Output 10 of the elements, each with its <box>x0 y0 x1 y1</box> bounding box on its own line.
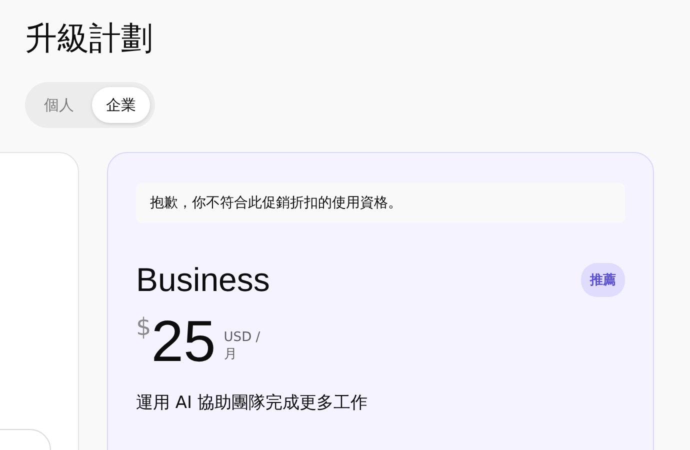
currency-symbol: $ <box>136 313 152 341</box>
page-title: 升級計劃 <box>25 18 154 59</box>
notice-message: 抱歉，你不符合此促銷折扣的使用資格。 <box>136 183 625 223</box>
price-amount: 25 <box>151 311 216 373</box>
plan-tagline: 運用 AI 協助團隊完成更多工作 <box>136 392 368 414</box>
recommended-badge: 推薦 <box>581 263 625 297</box>
plan-tab[interactable]: 企業 <box>92 87 150 123</box>
plan-tab[interactable]: 個人 <box>30 87 88 123</box>
price-period: USD / 月 <box>224 329 262 363</box>
plan-name: Business <box>136 261 270 299</box>
